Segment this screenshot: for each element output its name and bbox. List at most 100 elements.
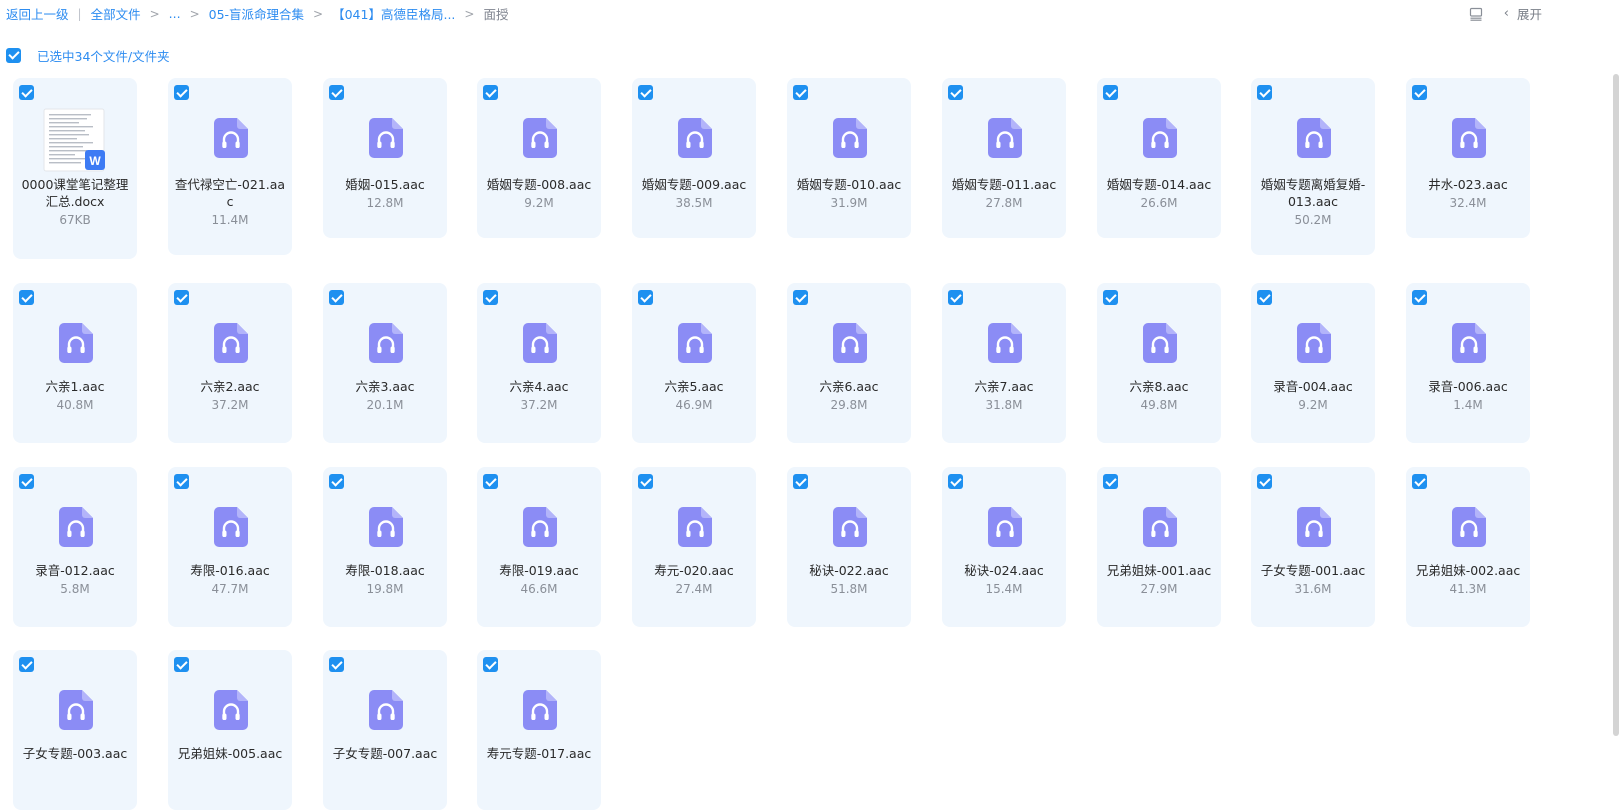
- file-name[interactable]: 井水-023.aac: [1412, 176, 1524, 193]
- file-checkbox[interactable]: [174, 474, 189, 489]
- file-tile-audio[interactable]: 查代禄空亡-021.aac 11.4M: [168, 78, 292, 255]
- file-name[interactable]: 录音-006.aac: [1412, 378, 1524, 395]
- file-tile-audio[interactable]: 寿限-016.aac 47.7M: [168, 467, 292, 627]
- file-checkbox[interactable]: [948, 474, 963, 489]
- file-checkbox[interactable]: [948, 290, 963, 305]
- file-tile-audio[interactable]: 寿元-020.aac 27.4M: [632, 467, 756, 627]
- file-name[interactable]: 录音-012.aac: [19, 562, 131, 579]
- file-name[interactable]: 寿元-020.aac: [638, 562, 750, 579]
- file-tile-audio[interactable]: 六亲5.aac 46.9M: [632, 283, 756, 443]
- file-checkbox[interactable]: [1103, 474, 1118, 489]
- file-name[interactable]: 婚姻专题-008.aac: [483, 176, 595, 193]
- file-name[interactable]: 录音-004.aac: [1257, 378, 1369, 395]
- file-name[interactable]: 六亲4.aac: [483, 378, 595, 395]
- file-checkbox[interactable]: [174, 657, 189, 672]
- file-tile-audio[interactable]: 子女专题-003.aac: [13, 650, 137, 810]
- file-checkbox[interactable]: [1412, 290, 1427, 305]
- file-checkbox[interactable]: [638, 290, 653, 305]
- file-tile-audio[interactable]: 秘诀-022.aac 51.8M: [787, 467, 911, 627]
- file-tile-audio[interactable]: 子女专题-001.aac 31.6M: [1251, 467, 1375, 627]
- file-name[interactable]: 查代禄空亡-021.aac: [174, 176, 286, 210]
- file-checkbox[interactable]: [1103, 290, 1118, 305]
- file-tile-audio[interactable]: 婚姻专题-008.aac 9.2M: [477, 78, 601, 238]
- file-name[interactable]: 子女专题-007.aac: [329, 745, 441, 762]
- breadcrumb-all-files[interactable]: 全部文件: [91, 4, 141, 23]
- file-name[interactable]: 六亲5.aac: [638, 378, 750, 395]
- file-name[interactable]: 婚姻专题-011.aac: [948, 176, 1060, 193]
- file-name[interactable]: 子女专题-003.aac: [19, 745, 131, 762]
- file-tile-audio[interactable]: 兄弟姐妹-001.aac 27.9M: [1097, 467, 1221, 627]
- file-name[interactable]: 子女专题-001.aac: [1257, 562, 1369, 579]
- file-name[interactable]: 寿元专题-017.aac: [483, 745, 595, 762]
- file-tile-audio[interactable]: 井水-023.aac 32.4M: [1406, 78, 1530, 238]
- file-tile-audio[interactable]: 婚姻-015.aac 12.8M: [323, 78, 447, 238]
- file-tile-audio[interactable]: 录音-004.aac 9.2M: [1251, 283, 1375, 443]
- scrollbar[interactable]: [1613, 74, 1619, 736]
- back-link[interactable]: 返回上一级: [6, 4, 69, 23]
- file-tile-audio[interactable]: 寿限-018.aac 19.8M: [323, 467, 447, 627]
- file-tile-audio[interactable]: 秘诀-024.aac 15.4M: [942, 467, 1066, 627]
- file-checkbox[interactable]: [793, 290, 808, 305]
- file-name[interactable]: 兄弟姐妹-001.aac: [1103, 562, 1215, 579]
- file-name[interactable]: 寿限-016.aac: [174, 562, 286, 579]
- file-checkbox[interactable]: [329, 474, 344, 489]
- file-tile-audio[interactable]: 兄弟姐妹-002.aac 41.3M: [1406, 467, 1530, 627]
- file-checkbox[interactable]: [1257, 290, 1272, 305]
- file-checkbox[interactable]: [1103, 85, 1118, 100]
- file-tile-audio[interactable]: 子女专题-007.aac: [323, 650, 447, 810]
- file-tile-audio[interactable]: 婚姻专题-010.aac 31.9M: [787, 78, 911, 238]
- view-toggle-icon[interactable]: [1468, 6, 1484, 22]
- chevron-left-icon[interactable]: ‹: [1504, 6, 1509, 21]
- file-tile-audio[interactable]: 寿限-019.aac 46.6M: [477, 467, 601, 627]
- file-tile-audio[interactable]: 录音-012.aac 5.8M: [13, 467, 137, 627]
- file-checkbox[interactable]: [19, 657, 34, 672]
- file-checkbox[interactable]: [329, 85, 344, 100]
- file-name[interactable]: 婚姻-015.aac: [329, 176, 441, 193]
- file-checkbox[interactable]: [483, 657, 498, 672]
- file-checkbox[interactable]: [793, 85, 808, 100]
- file-name[interactable]: 0000课堂笔记整理汇总.docx: [19, 176, 131, 210]
- file-tile-audio[interactable]: 六亲8.aac 49.8M: [1097, 283, 1221, 443]
- file-tile-audio[interactable]: 录音-006.aac 1.4M: [1406, 283, 1530, 443]
- file-name[interactable]: 六亲3.aac: [329, 378, 441, 395]
- file-checkbox[interactable]: [1412, 474, 1427, 489]
- file-tile-audio[interactable]: 兄弟姐妹-005.aac: [168, 650, 292, 810]
- file-name[interactable]: 秘诀-022.aac: [793, 562, 905, 579]
- file-tile-audio[interactable]: 寿元专题-017.aac: [477, 650, 601, 810]
- file-name[interactable]: 寿限-019.aac: [483, 562, 595, 579]
- file-checkbox[interactable]: [19, 474, 34, 489]
- file-name[interactable]: 六亲2.aac: [174, 378, 286, 395]
- file-tile-audio[interactable]: 婚姻专题离婚复婚-013.aac 50.2M: [1251, 78, 1375, 255]
- file-checkbox[interactable]: [174, 290, 189, 305]
- file-tile-audio[interactable]: 六亲4.aac 37.2M: [477, 283, 601, 443]
- file-tile-audio[interactable]: 婚姻专题-011.aac 27.8M: [942, 78, 1066, 238]
- file-checkbox[interactable]: [638, 85, 653, 100]
- file-checkbox[interactable]: [174, 85, 189, 100]
- file-checkbox[interactable]: [483, 290, 498, 305]
- breadcrumb-folder-gaodechen[interactable]: 【041】高德臣格局...: [332, 4, 455, 23]
- file-name[interactable]: 六亲1.aac: [19, 378, 131, 395]
- file-tile-docx[interactable]: W 0000课堂笔记整理汇总.docx 67KB: [13, 78, 137, 259]
- file-tile-audio[interactable]: 六亲6.aac 29.8M: [787, 283, 911, 443]
- file-checkbox[interactable]: [19, 85, 34, 100]
- file-tile-audio[interactable]: 六亲1.aac 40.8M: [13, 283, 137, 443]
- breadcrumb-ellipsis[interactable]: ...: [169, 6, 181, 21]
- file-checkbox[interactable]: [329, 657, 344, 672]
- file-name[interactable]: 婚姻专题-014.aac: [1103, 176, 1215, 193]
- file-checkbox[interactable]: [638, 474, 653, 489]
- file-checkbox[interactable]: [1257, 474, 1272, 489]
- file-name[interactable]: 秘诀-024.aac: [948, 562, 1060, 579]
- file-name[interactable]: 六亲8.aac: [1103, 378, 1215, 395]
- file-name[interactable]: 六亲6.aac: [793, 378, 905, 395]
- file-checkbox[interactable]: [483, 85, 498, 100]
- file-checkbox[interactable]: [483, 474, 498, 489]
- file-name[interactable]: 婚姻专题离婚复婚-013.aac: [1257, 176, 1369, 210]
- file-tile-audio[interactable]: 婚姻专题-009.aac 38.5M: [632, 78, 756, 238]
- file-checkbox[interactable]: [19, 290, 34, 305]
- file-checkbox[interactable]: [329, 290, 344, 305]
- file-checkbox[interactable]: [1412, 85, 1427, 100]
- file-name[interactable]: 婚姻专题-010.aac: [793, 176, 905, 193]
- file-name[interactable]: 兄弟姐妹-005.aac: [174, 745, 286, 762]
- file-name[interactable]: 寿限-018.aac: [329, 562, 441, 579]
- select-all-checkbox[interactable]: [6, 47, 21, 63]
